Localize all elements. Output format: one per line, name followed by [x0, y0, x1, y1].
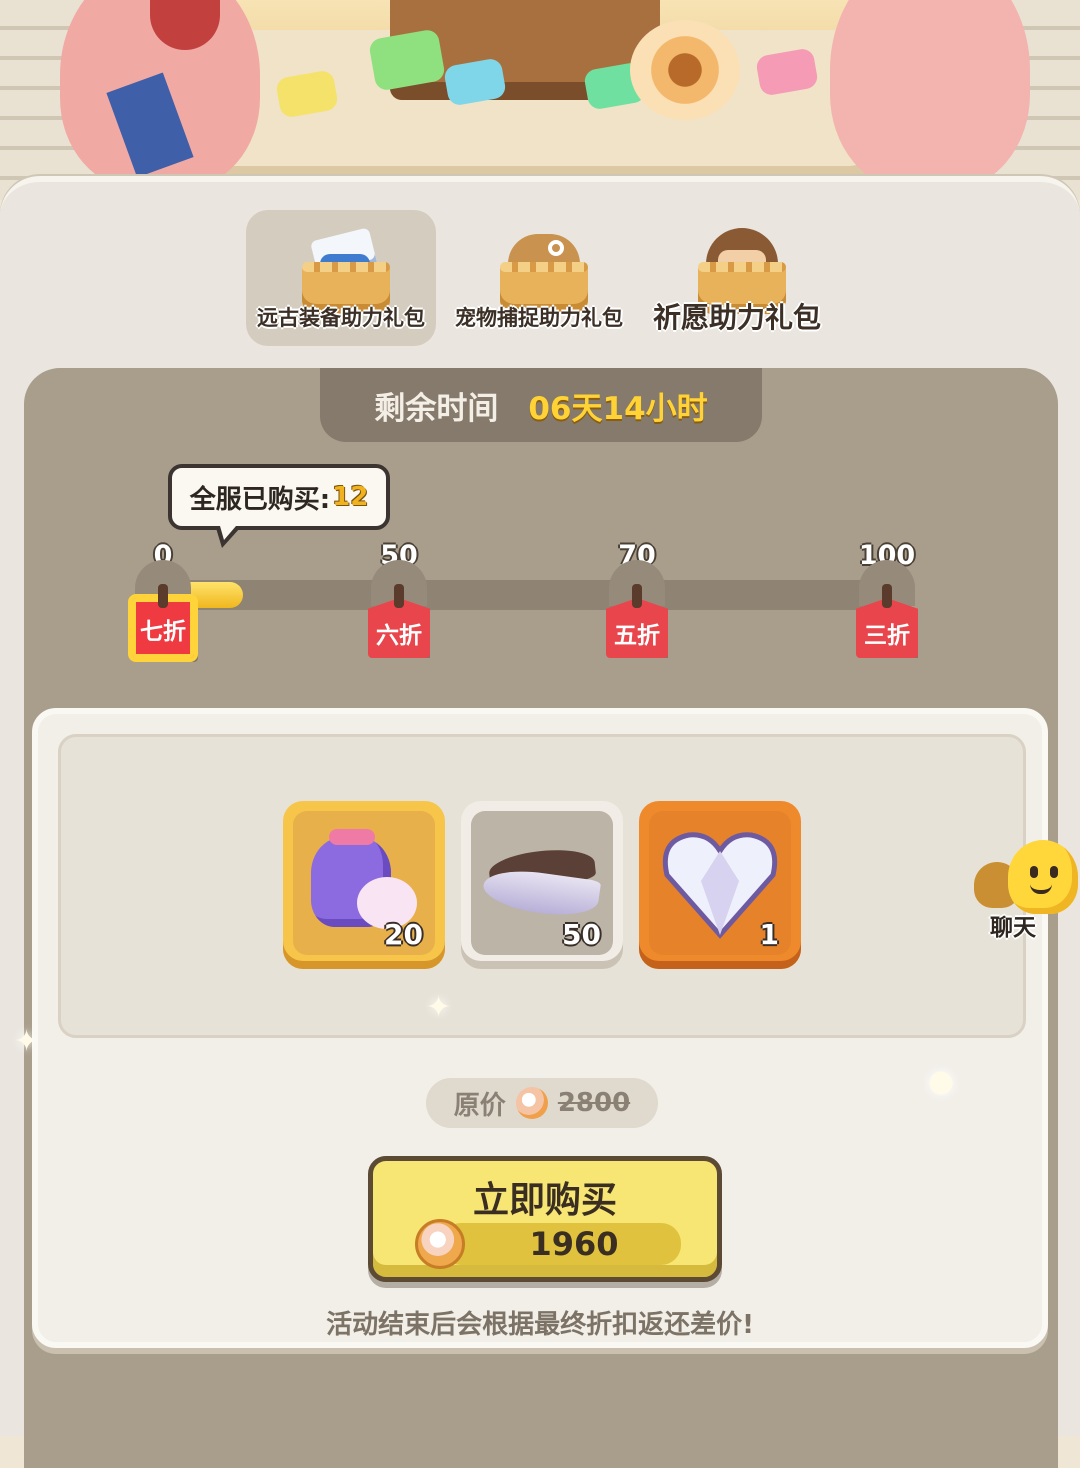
- tab-wish[interactable]: 祈愿助力礼包: [642, 210, 832, 346]
- reward-item[interactable]: 50: [461, 801, 623, 969]
- pack-detail-section: 剩余时间 06天14小时 全服已购买: 12 0 七折 50 六折 70 五折 …: [24, 368, 1058, 1468]
- tab-ancient-equipment[interactable]: 远古装备助力礼包: [246, 210, 436, 346]
- refund-note: 活动结束后会根据最终折扣返还差价!: [326, 1310, 754, 1340]
- chat-blob-icon: [1008, 840, 1078, 914]
- remaining-time-banner: 剩余时间 06天14小时: [320, 368, 762, 442]
- purchase-progress-track: [136, 580, 906, 610]
- tab-pet-capture[interactable]: 宠物捕捉助力礼包: [444, 210, 634, 346]
- milestone-50: 50 六折: [344, 540, 454, 658]
- purchased-count-bubble: 全服已购买: 12: [168, 464, 390, 548]
- reward-list: 20 50 1: [58, 734, 1026, 1038]
- chat-label: 聊天: [990, 915, 1036, 941]
- tab-label: 宠物捕捉助力礼包: [455, 306, 623, 330]
- buy-now-label: 立即购买: [472, 1180, 617, 1221]
- pearl-icon: [515, 1087, 548, 1119]
- milestone-100: 100 三折: [832, 540, 942, 658]
- gift-pack-panel: 远古装备助力礼包 宠物捕捉助力礼包 祈愿助力礼包 剩余时间 06天14小时 全服…: [0, 176, 1080, 1468]
- sparkle-icon: ✦: [14, 1024, 40, 1059]
- original-price: 原价 2800: [426, 1078, 658, 1128]
- chat-button[interactable]: 聊天: [970, 838, 1080, 948]
- horn-icon: [630, 20, 740, 120]
- original-price-value: 2800: [557, 1088, 631, 1118]
- purchased-label: 全服已购买:: [189, 484, 331, 515]
- reward-count: 20: [384, 918, 423, 951]
- tab-label: 祈愿助力礼包: [652, 301, 821, 334]
- reward-count: 1: [759, 918, 779, 951]
- purchased-count: 12: [332, 482, 369, 512]
- pink-character-left: [60, 0, 260, 190]
- reward-count: 50: [562, 918, 601, 951]
- buy-now-button[interactable]: 立即购买 1960: [368, 1156, 722, 1282]
- pack-card: 20 50 1 原价 2800 立即购买 1960 活动结束后会根据最终折扣返还…: [32, 708, 1048, 1348]
- pink-character-right: [830, 0, 1030, 190]
- reward-item[interactable]: 1: [639, 801, 801, 969]
- milestone-0: 0 七折: [108, 540, 218, 662]
- remaining-time-value: 06天14小时: [528, 390, 708, 427]
- milestone-70: 70 五折: [582, 540, 692, 658]
- original-price-label: 原价: [453, 1090, 506, 1121]
- remaining-time-label: 剩余时间: [374, 390, 499, 427]
- reward-item[interactable]: 20: [283, 801, 445, 969]
- banner-art: [0, 0, 1080, 200]
- tab-label: 远古装备助力礼包: [257, 306, 425, 330]
- buy-cost: 1960: [529, 1225, 619, 1263]
- sparkle-icon: ✦: [426, 990, 452, 1025]
- sparkle-icon: ●: [928, 1064, 955, 1099]
